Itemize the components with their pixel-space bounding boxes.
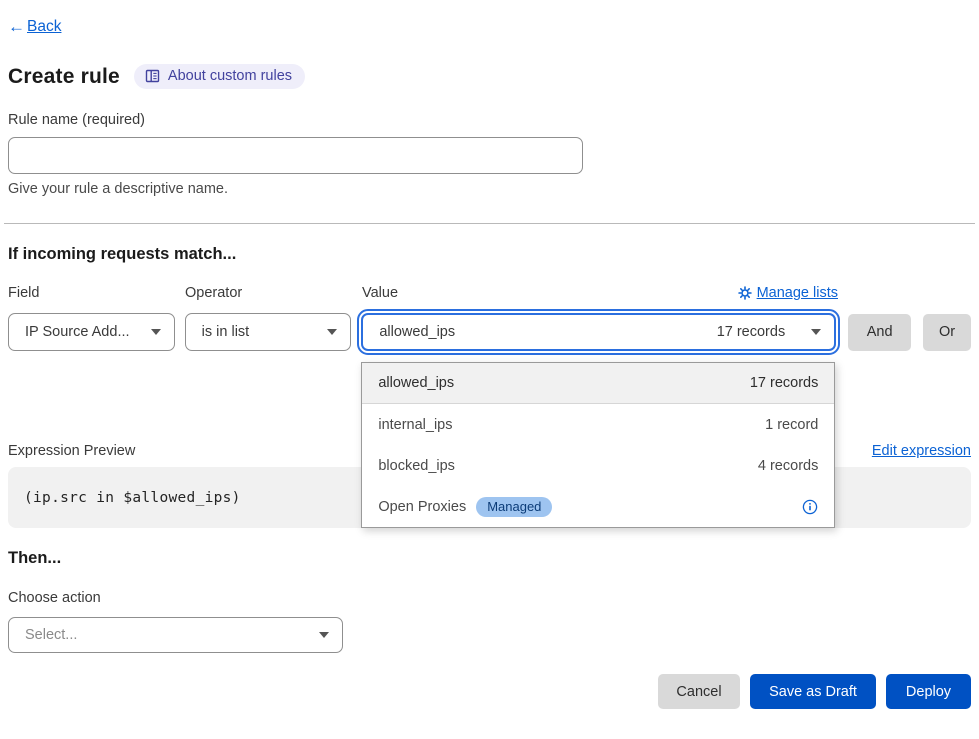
operator-select[interactable]: is in list: [185, 313, 352, 351]
rule-name-input[interactable]: [8, 137, 583, 174]
book-icon: [145, 69, 160, 83]
list-item-blocked-ips[interactable]: blocked_ips 4 records: [362, 445, 834, 486]
action-select[interactable]: Select...: [8, 617, 343, 653]
action-select-placeholder: Select...: [25, 627, 77, 643]
info-icon[interactable]: [802, 499, 818, 515]
field-select-value: IP Source Add...: [25, 324, 130, 340]
manage-lists-label: Manage lists: [757, 285, 838, 301]
about-custom-rules-link[interactable]: About custom rules: [134, 64, 305, 89]
list-dropdown: allowed_ips 17 records internal_ips 1 re…: [361, 362, 835, 528]
value-label: Value: [362, 285, 398, 301]
list-item-name: Open Proxies: [378, 499, 466, 515]
edit-expression-link[interactable]: Edit expression: [872, 443, 971, 459]
chevron-down-icon: [327, 329, 337, 335]
back-link-label: Back: [27, 18, 61, 36]
match-section-heading: If incoming requests match...: [8, 245, 971, 264]
managed-badge: Managed: [476, 497, 552, 517]
field-label: Field: [8, 285, 185, 301]
section-divider: [4, 223, 975, 224]
rule-name-helper: Give your rule a descriptive name.: [8, 181, 971, 197]
chevron-down-icon: [319, 632, 329, 638]
operator-select-value: is in list: [202, 324, 250, 340]
chevron-down-icon: [151, 329, 161, 335]
list-item-name: allowed_ips: [378, 375, 454, 391]
list-item-records: 4 records: [758, 458, 818, 474]
expression-code: (ip.src in $allowed_ips): [24, 490, 241, 506]
expression-preview-label: Expression Preview: [8, 443, 135, 459]
list-item-open-proxies[interactable]: Open Proxies Managed: [362, 486, 834, 527]
list-item-internal-ips[interactable]: internal_ips 1 record: [362, 404, 834, 445]
page-title: Create rule: [8, 65, 120, 89]
list-item-name: internal_ips: [378, 417, 452, 433]
gear-icon: [738, 286, 752, 300]
list-item-allowed-ips[interactable]: allowed_ips 17 records: [362, 363, 834, 404]
list-item-records: 17 records: [750, 375, 819, 391]
chevron-down-icon: [811, 329, 821, 335]
save-as-draft-button[interactable]: Save as Draft: [750, 674, 876, 709]
then-section-heading: Then...: [8, 549, 971, 568]
operator-label: Operator: [185, 285, 362, 301]
list-item-name: blocked_ips: [378, 458, 455, 474]
about-custom-rules-label: About custom rules: [168, 68, 292, 84]
cancel-button[interactable]: Cancel: [658, 674, 740, 709]
field-select[interactable]: IP Source Add...: [8, 313, 175, 351]
value-select-name: allowed_ips: [379, 324, 455, 340]
value-select[interactable]: allowed_ips 17 records: [361, 313, 836, 351]
value-select-records: 17 records: [717, 324, 786, 340]
deploy-button[interactable]: Deploy: [886, 674, 971, 709]
rule-name-label: Rule name (required): [8, 112, 971, 128]
list-item-records: 1 record: [765, 417, 818, 433]
back-arrow-icon: ←: [8, 17, 25, 37]
manage-lists-link[interactable]: Manage lists: [738, 285, 838, 301]
create-rule-page: ←Back Create rule About custom rules Rul…: [0, 0, 979, 739]
or-button[interactable]: Or: [923, 314, 971, 351]
choose-action-label: Choose action: [8, 590, 971, 606]
back-link[interactable]: ←Back: [8, 17, 61, 37]
and-button[interactable]: And: [848, 314, 911, 351]
